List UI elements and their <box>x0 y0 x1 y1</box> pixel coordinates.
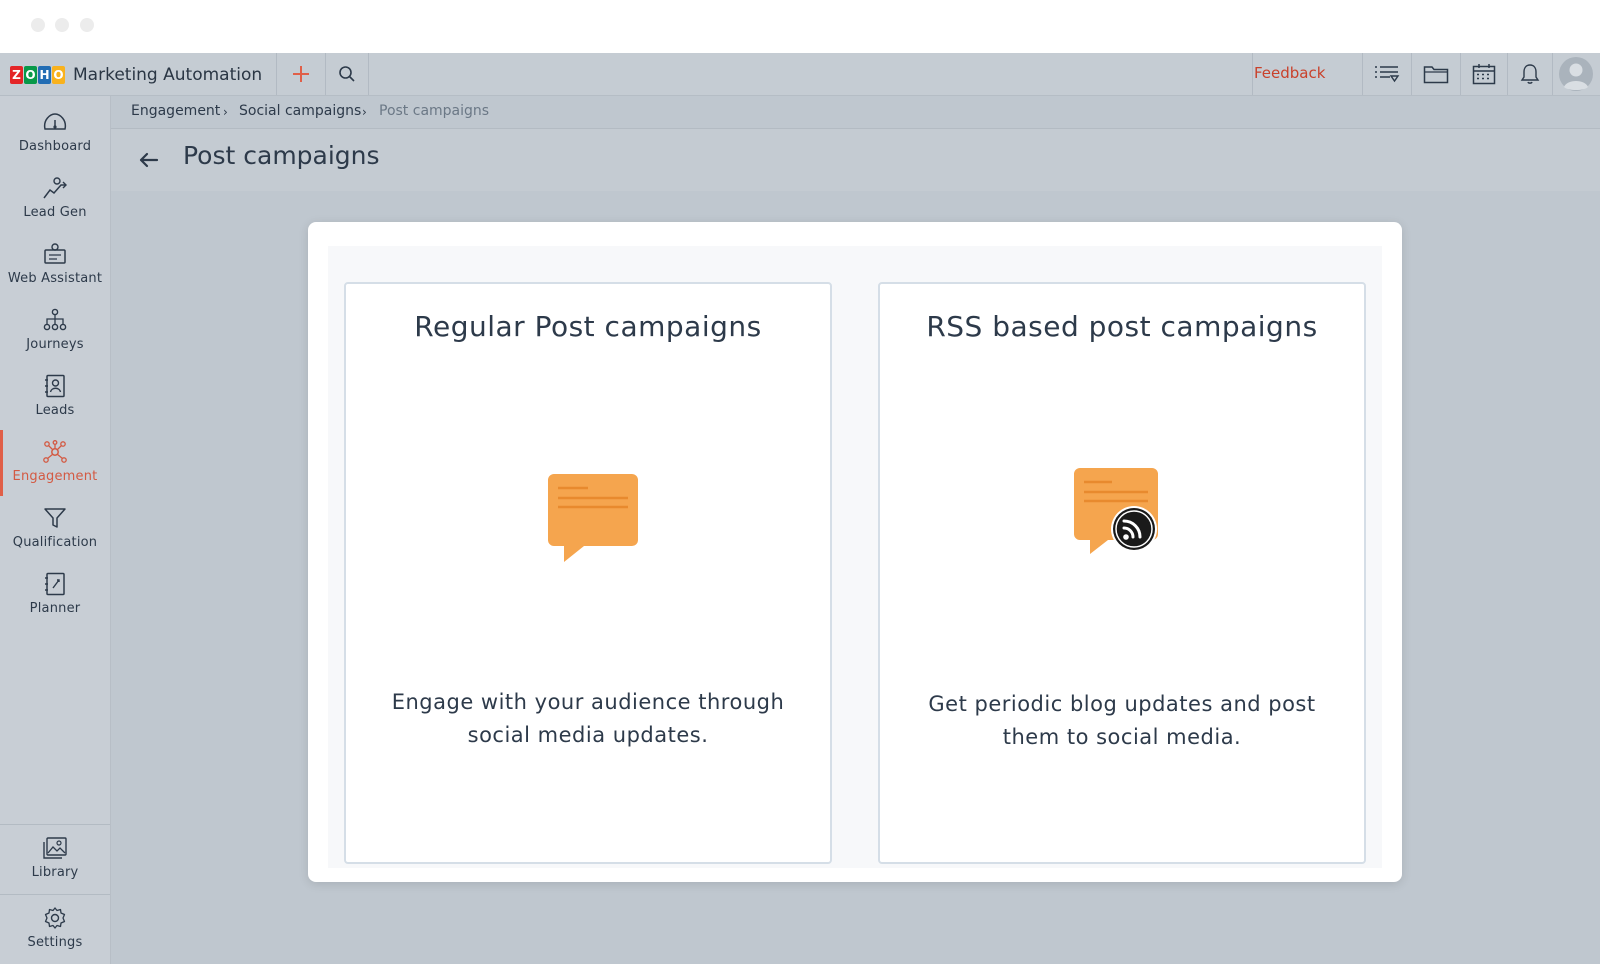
list-filter-icon <box>1375 66 1400 83</box>
user-avatar-button[interactable] <box>1556 53 1596 95</box>
engagement-icon <box>43 440 67 463</box>
sidebar-item-qualification[interactable]: Qualification <box>0 506 110 572</box>
sidebar-divider <box>0 894 110 895</box>
qualification-icon <box>44 508 66 528</box>
activity-list-button[interactable] <box>1363 53 1411 95</box>
sidebar: Dashboard Lead Gen Web Assistant Journey… <box>0 96 111 964</box>
window-maximize-button[interactable] <box>80 18 94 32</box>
card-description: Get periodic blog updates and post them … <box>928 692 1316 749</box>
web-assistant-icon <box>44 243 66 264</box>
sidebar-item-label: Qualification <box>12 535 98 550</box>
sidebar-item-settings[interactable]: Settings <box>0 906 110 972</box>
breadcrumb-current: Post campaigns <box>379 103 490 119</box>
logo-letter: Z <box>10 66 23 84</box>
window-titlebar <box>0 0 1600 53</box>
bell-icon <box>1520 64 1540 84</box>
sidebar-item-lead-gen[interactable]: Lead Gen <box>0 176 110 242</box>
divider <box>1252 53 1253 95</box>
notifications-button[interactable] <box>1508 53 1552 95</box>
divider <box>1552 53 1553 95</box>
sidebar-item-dashboard[interactable]: Dashboard <box>0 110 110 176</box>
app-name: Marketing Automation <box>73 65 263 85</box>
sidebar-item-web-assistant[interactable]: Web Assistant <box>0 242 110 308</box>
sidebar-item-leads[interactable]: Leads <box>0 374 110 440</box>
breadcrumb: Engagement › Social campaigns › Post cam… <box>111 96 1600 129</box>
card-description: Engage with your audience through social… <box>391 690 785 747</box>
dialog-body: Regular Post campaigns Engage with your … <box>328 246 1382 868</box>
sidebar-item-journeys[interactable]: Journeys <box>0 308 110 374</box>
rss-chat-bubble-icon <box>1074 468 1158 554</box>
chat-bubble-icon <box>548 474 638 562</box>
leads-icon <box>45 374 65 398</box>
sidebar-divider <box>0 824 110 825</box>
sidebar-item-library[interactable]: Library <box>0 836 110 902</box>
lead-gen-icon <box>43 177 67 199</box>
page-title: Post campaigns <box>183 141 380 170</box>
sidebar-item-label: Leads <box>35 403 75 418</box>
library-icon <box>43 837 67 859</box>
journeys-icon <box>43 308 67 331</box>
rss-post-campaign-card[interactable]: RSS based post campaigns Get periodic bl… <box>878 282 1366 864</box>
feedback-link[interactable]: Feedback <box>1254 64 1325 82</box>
sidebar-item-label: Settings <box>27 935 83 950</box>
logo-letter: O <box>52 66 65 84</box>
campaign-type-dialog: Regular Post campaigns Engage with your … <box>308 222 1402 882</box>
folder-icon <box>1423 66 1449 84</box>
sidebar-item-label: Library <box>31 865 79 880</box>
window-minimize-button[interactable] <box>55 18 69 32</box>
arrow-left-icon <box>139 152 159 168</box>
sidebar-item-planner[interactable]: Planner <box>0 572 110 638</box>
chevron-right-icon: › <box>223 105 228 119</box>
avatar <box>1559 57 1593 91</box>
breadcrumb-item[interactable]: Engagement <box>131 103 220 119</box>
create-button[interactable] <box>277 53 325 95</box>
sidebar-item-label: Engagement <box>12 469 98 484</box>
sidebar-item-label: Web Assistant <box>7 271 103 286</box>
breadcrumb-item[interactable]: Social campaigns <box>239 103 361 119</box>
sidebar-item-label: Journeys <box>26 337 84 352</box>
back-button[interactable] <box>135 146 163 174</box>
card-title: Regular Post campaigns <box>414 310 762 343</box>
chevron-right-icon: › <box>362 105 367 119</box>
zoho-logo[interactable]: Z O H O <box>10 66 66 84</box>
search-button[interactable] <box>326 53 368 95</box>
logo-letter: H <box>38 66 51 84</box>
files-button[interactable] <box>1412 53 1460 95</box>
search-icon <box>339 66 355 82</box>
calendar-button[interactable] <box>1461 53 1507 95</box>
plus-icon <box>293 66 309 82</box>
calendar-icon <box>1472 64 1496 85</box>
sidebar-item-label: Planner <box>29 601 81 616</box>
settings-icon <box>44 907 66 929</box>
regular-post-campaign-card[interactable]: Regular Post campaigns Engage with your … <box>344 282 832 864</box>
page-header: Post campaigns <box>111 129 1600 191</box>
sidebar-item-label: Lead Gen <box>23 205 87 220</box>
top-navigation: Z O H O Marketing Automation Feedback <box>0 53 1600 96</box>
planner-icon <box>45 572 65 596</box>
logo-letter: O <box>24 66 37 84</box>
divider <box>368 53 369 95</box>
sidebar-item-engagement[interactable]: Engagement <box>0 440 110 506</box>
window-close-button[interactable] <box>31 18 45 32</box>
sidebar-item-label: Dashboard <box>18 139 92 154</box>
dashboard-icon <box>43 113 67 130</box>
card-title: RSS based post campaigns <box>926 310 1318 343</box>
